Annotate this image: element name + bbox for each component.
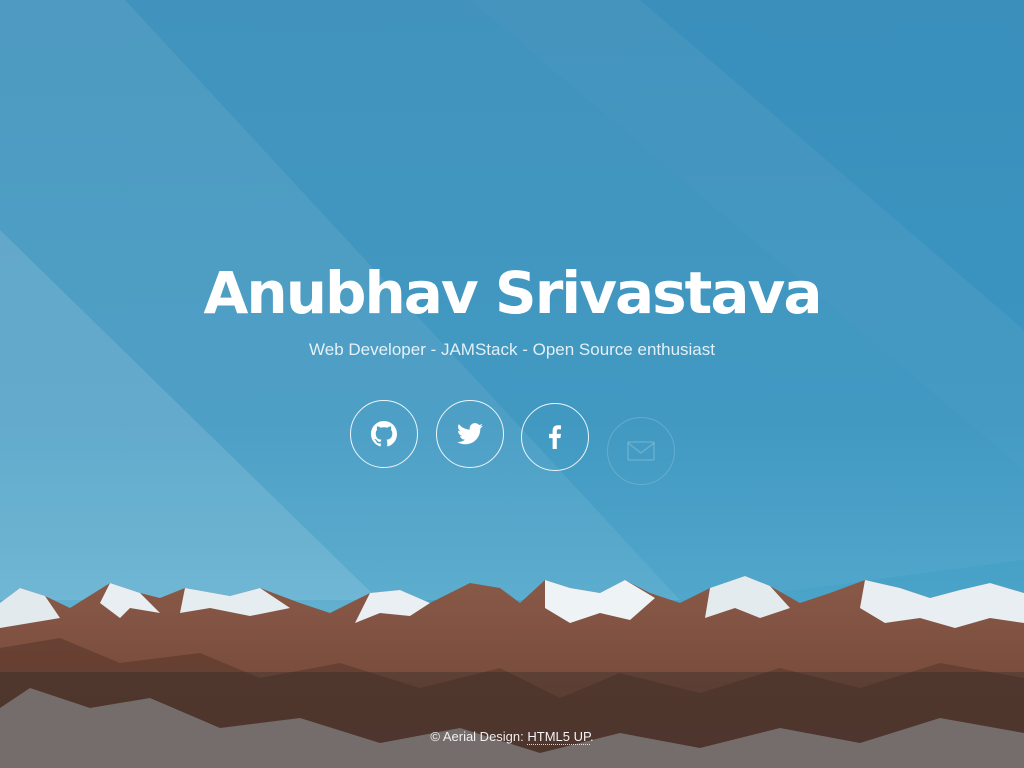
envelope-icon (627, 441, 655, 461)
background-sky (0, 0, 1024, 768)
twitter-icon (457, 423, 483, 445)
twitter-link[interactable] (436, 400, 504, 468)
email-link[interactable] (607, 417, 675, 485)
page-subtitle: Web Developer - JAMStack - Open Source e… (309, 340, 715, 359)
github-link[interactable] (350, 400, 418, 468)
footer-overlay (0, 672, 1024, 768)
facebook-icon (549, 425, 561, 449)
github-icon (371, 421, 397, 447)
intro-header: Anubhav Srivastava Web Developer - JAMSt… (0, 250, 1024, 360)
facebook-link[interactable] (521, 403, 589, 471)
page-title: Anubhav Srivastava (203, 259, 823, 327)
footer-credit-suffix: . (590, 729, 594, 744)
footer: © Aerial Design: HTML5 UP. (0, 729, 1024, 745)
social-links (0, 400, 1024, 490)
footer-credit-link[interactable]: HTML5 UP (527, 729, 590, 745)
footer-credit-prefix: © Aerial Design: (430, 729, 528, 744)
